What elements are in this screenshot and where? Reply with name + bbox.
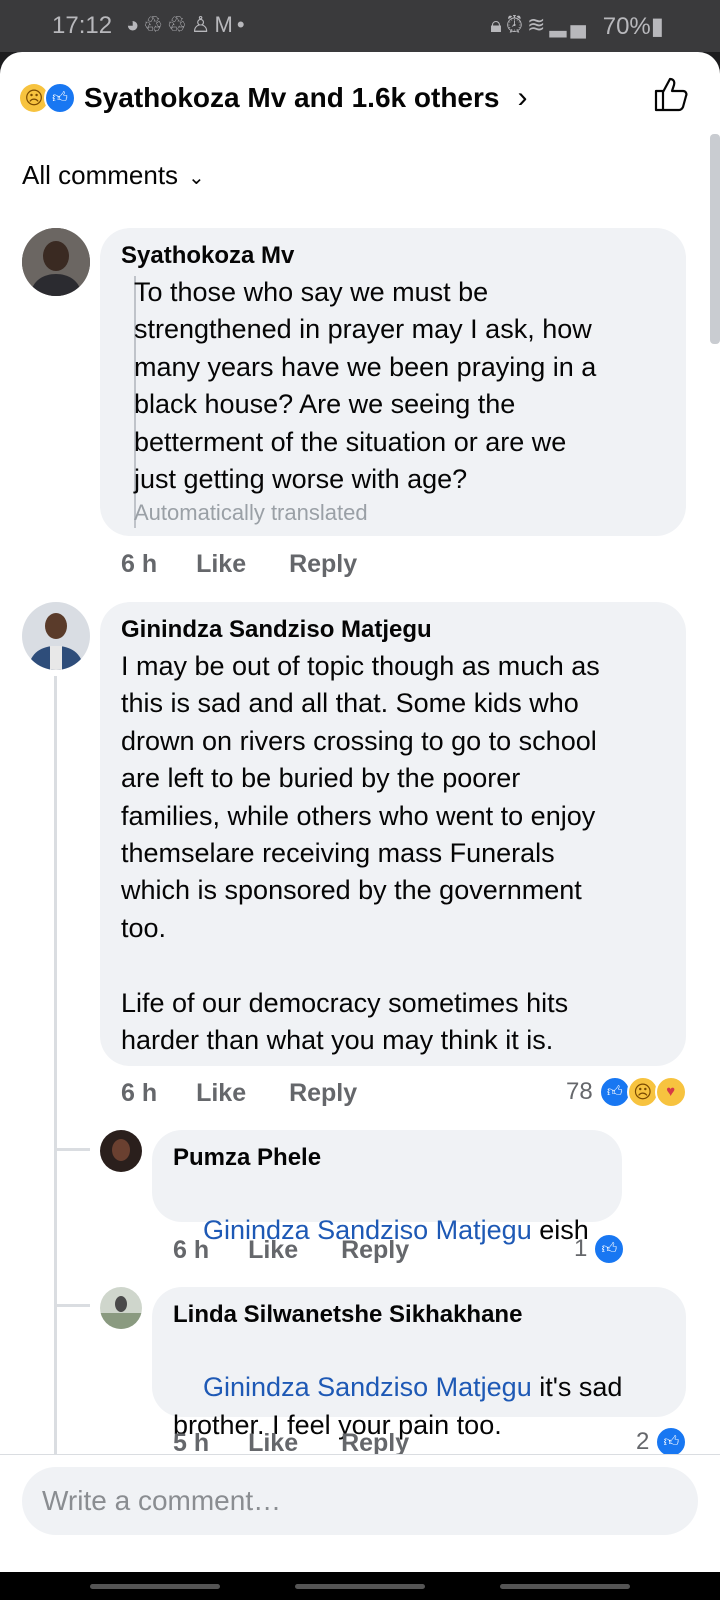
avatar-image	[100, 1130, 142, 1172]
reactions-title: Syathokoza Mv and 1.6k others	[84, 82, 500, 113]
nav-home-handle[interactable]	[295, 1584, 425, 1589]
comment-author[interactable]: Ginindza Sandziso Matjegu	[121, 616, 432, 644]
status-time: 17:12	[52, 12, 113, 39]
chevron-down-icon: ⌄	[188, 167, 205, 189]
thread-connector	[54, 1148, 90, 1151]
system-icons: 🔒︎⏰︎≋▂▄	[490, 12, 590, 38]
accessibility-icon: ♙	[190, 12, 215, 37]
reaction-count-value: 2	[636, 1428, 650, 1455]
comment-input[interactable]	[22, 1467, 682, 1535]
reply-time: 6 h	[173, 1236, 210, 1264]
reaction-count-value: 78	[566, 1078, 593, 1105]
scrollbar[interactable]	[710, 134, 720, 344]
like-emoji-icon: 👍︎	[598, 1076, 631, 1108]
comments-sheet: ☹ 👍︎ Syathokoza Mv and 1.6k others › All…	[0, 52, 720, 1600]
thread-connector	[54, 1304, 90, 1307]
battery-indicator: 70%▮	[603, 12, 664, 41]
auto-translated-note: Automatically translated	[134, 500, 368, 525]
sad-emoji-icon: ☹	[626, 1076, 659, 1108]
dot-icon: •	[236, 12, 249, 37]
alarm-icon: ⏰︎	[505, 12, 528, 37]
reaction-count-value: 1	[574, 1235, 588, 1262]
thread-line	[54, 676, 57, 1456]
comment-composer[interactable]	[22, 1467, 698, 1535]
nav-back-handle[interactable]	[90, 1584, 220, 1589]
reaction-count[interactable]: 78 👍︎ ☹ ♥	[566, 1076, 687, 1108]
gmail-icon: M	[214, 12, 237, 37]
comment-author[interactable]: Syathokoza Mv	[121, 242, 294, 270]
comments-filter[interactable]: All comments ⌄	[22, 160, 205, 191]
system-nav-bar	[0, 1572, 720, 1600]
like-emoji-icon: 👍︎	[44, 82, 76, 114]
reply-link[interactable]: Reply	[341, 1236, 409, 1264]
reply-time: 5 h	[173, 1429, 210, 1457]
comment-text: To those who say we must be strengthened…	[134, 277, 597, 495]
reply-author[interactable]: Pumza Phele	[173, 1144, 321, 1172]
avatar-image	[22, 228, 90, 296]
avatar-image	[100, 1287, 142, 1329]
comment-text: I may be out of topic though as much as …	[121, 651, 600, 1056]
chevron-right-icon: ›	[517, 81, 528, 114]
comment-meta: 6 h Like Reply	[121, 1079, 357, 1108]
messenger-icon: ◕	[126, 12, 144, 37]
avatar[interactable]	[100, 1287, 142, 1329]
notification-icons: ◕♲♲♙M•	[126, 12, 249, 38]
thumbs-up-icon[interactable]	[652, 74, 692, 114]
battery-percent: 70%	[602, 13, 651, 40]
reply-text: Ginindza Sandziso Matjegu eish	[173, 1175, 613, 1287]
avatar[interactable]	[22, 228, 90, 296]
battery-icon: ▮	[650, 13, 664, 40]
comment-time: 6 h	[121, 1079, 158, 1107]
mention-link[interactable]: Ginindza Sandziso Matjegu	[203, 1372, 532, 1402]
like-link[interactable]: Like	[248, 1236, 298, 1264]
avatar-image	[22, 602, 90, 670]
signal-icon: ▂▄	[549, 12, 590, 37]
reply-link[interactable]: Reply	[289, 1079, 357, 1107]
reactions-summary[interactable]: ☹ 👍︎ Syathokoza Mv and 1.6k others ›	[20, 78, 527, 118]
comment-time: 6 h	[121, 550, 158, 578]
reply-link[interactable]: Reply	[289, 550, 357, 578]
lock-icon: 🔒︎	[490, 12, 506, 37]
like-link[interactable]: Like	[248, 1429, 298, 1457]
reaction-count[interactable]: 1 👍︎	[574, 1233, 626, 1265]
reply-author[interactable]: Linda Silwanetshe Sikhakhane	[173, 1301, 522, 1329]
avatar[interactable]	[100, 1130, 142, 1172]
care-emoji-icon: ♥	[654, 1076, 687, 1108]
status-bar: 17:12 ◕♲♲♙M• 🔒︎⏰︎≋▂▄ 70%▮	[0, 0, 720, 52]
wifi-icon: ≋	[527, 12, 550, 37]
like-emoji-icon: 👍︎	[593, 1233, 626, 1265]
like-link[interactable]: Like	[196, 1079, 246, 1107]
filter-label: All comments	[22, 160, 179, 190]
sync-icon: ♲	[143, 12, 168, 37]
avatar[interactable]	[22, 602, 90, 670]
nav-recents-handle[interactable]	[500, 1584, 630, 1589]
reply-meta: 6 h Like Reply	[173, 1236, 409, 1265]
reply-link[interactable]: Reply	[341, 1429, 409, 1457]
sync-icon: ♲	[167, 12, 191, 37]
comment-meta: 6 h Like Reply	[121, 550, 357, 579]
like-link[interactable]: Like	[196, 550, 246, 578]
